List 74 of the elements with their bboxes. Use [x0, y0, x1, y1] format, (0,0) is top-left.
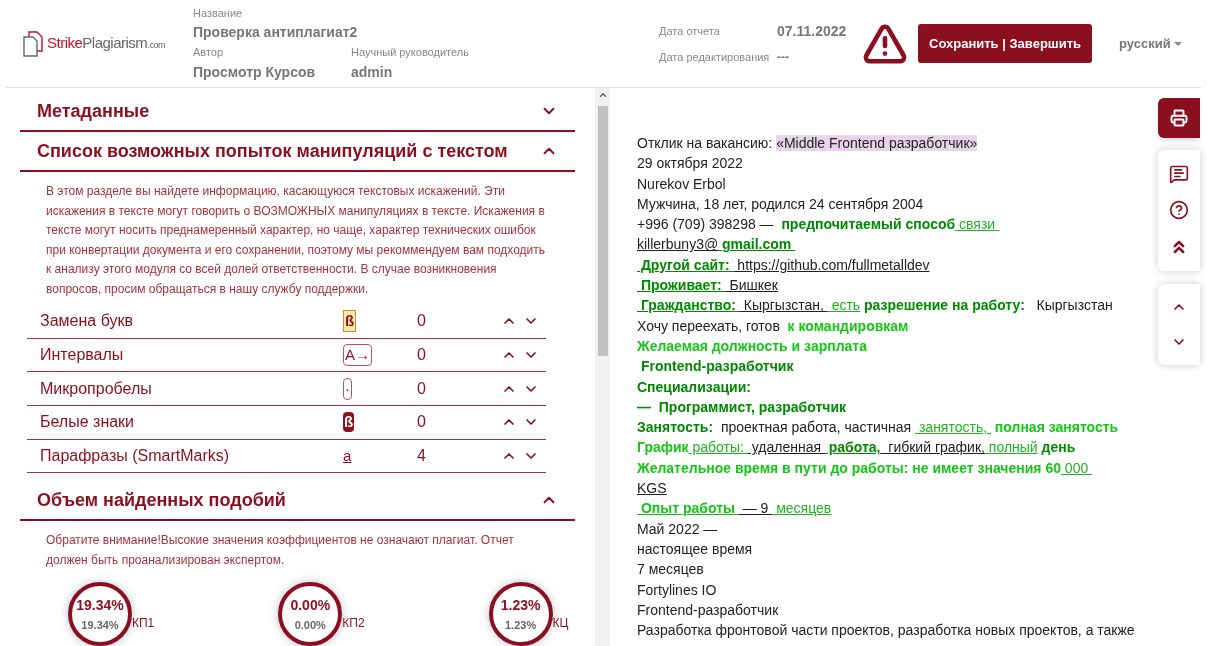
distortion-count: 0	[417, 345, 427, 366]
document-line: KGS	[637, 479, 667, 499]
print-button[interactable]	[1158, 98, 1200, 138]
logo-text: StrikePlagiarism.com	[47, 33, 165, 54]
distortion-label: Интервалы	[40, 345, 125, 366]
printer-icon[interactable]	[1170, 109, 1188, 127]
document-line: Желательное время в пути до работы: не имеет значения 60 000	[637, 458, 1090, 478]
date-label: Дата отчета	[659, 24, 721, 40]
distortion-label: Замена букв	[40, 311, 134, 332]
document-line: Желаемая должность и зарплата	[637, 336, 867, 356]
document-line: График работы: удаленная работа, гибкий график, полный день	[637, 438, 1076, 458]
field-value: admin	[351, 62, 394, 82]
field-value: Проверка антиплагиат2	[193, 23, 359, 42]
distortion-count: 0	[417, 311, 427, 332]
field-label: Автор	[193, 45, 225, 60]
date-value: 07.11.2022	[777, 22, 848, 41]
gauge-subvalue: 0.00%	[294, 618, 326, 633]
gauge-subvalue: 1.23%	[505, 618, 537, 633]
section-description: В этом разделе вы найдете информацию, касающуюся текстовых искажений. Эти искажения в тексте могут говорить о ВОЗМОЖНЫХ манипуляциях в тексте. Искажения в тексте могут носить преднамеренный характер, но чаще, характер технических ошибок при конвертации документа и его сохранении, поэтому мы рекоммендуем вам подходить к анализу этого модуля со всей долей ответственности. В случае возникновения вопросов, просим обращаться в нашу службу поддержки.	[46, 183, 547, 298]
document-line: — Программист, разработчик	[637, 397, 847, 417]
document-line: Специализации:	[637, 377, 751, 397]
distortion-marker: a	[343, 446, 352, 467]
distortion-marker: ß	[343, 412, 355, 433]
date-value: ---	[777, 49, 790, 66]
distortion-label: Парафразы (SmartMarks)	[40, 446, 231, 467]
field-label: Научный руководитель	[351, 45, 470, 60]
document-line: 7 месяцев	[637, 560, 704, 580]
document-line: Проживает: Бишкек	[639, 276, 778, 296]
distortion-count: 0	[417, 412, 427, 433]
distortion-marker: A→	[343, 344, 372, 367]
document-line: Занятость: проектная работа, частичная занятость, полная занятость	[637, 418, 1119, 438]
gauge-value: 0.00%	[290, 596, 331, 615]
document-line: Май 2022 —	[637, 519, 718, 539]
document-line: Frontend-разработчик	[637, 600, 779, 620]
language-dropdown[interactable]: русский	[1119, 33, 1182, 54]
section-title[interactable]: Метаданные	[37, 97, 150, 125]
distortion-label: Микропробелы	[40, 378, 153, 399]
comment-icon[interactable]	[1169, 164, 1189, 185]
help-icon[interactable]	[1169, 200, 1189, 221]
gauge-label: КП2	[342, 616, 365, 631]
document-line: Fortylines IO	[637, 580, 717, 600]
distortion-count: 4	[417, 446, 427, 467]
scrollbar[interactable]	[595, 88, 610, 646]
gauge-label: КЦ	[552, 616, 569, 631]
section-title[interactable]: Объем найденных подобий	[37, 486, 286, 514]
document-line: Frontend-разработчик	[639, 357, 794, 377]
section-description: Обратите внимание!Высокие значения коэффициентов не означают плагиат. Отчет должен быть проанализирован экспертом.	[46, 532, 515, 569]
document-line: 29 октября 2022	[637, 154, 743, 174]
document-line: Хочу переехать, готов к командировкам	[637, 316, 909, 336]
document-line: +996 (709) 398298 — предпочитаемый способ связи	[637, 215, 997, 235]
document-line: Опыт работы — 9 месяцев	[639, 499, 832, 519]
document-line: Nurekov Erbol	[637, 174, 726, 194]
date-label: Дата редактирования	[659, 49, 771, 65]
gauge-subvalue: 19.34%	[81, 618, 119, 633]
document-line: Другой сайт: https://github.com/fullmetalldev	[639, 255, 930, 275]
scroll-up-icon[interactable]	[597, 90, 608, 100]
distortion-marker: ·	[343, 377, 352, 400]
gauge-value: 19.34%	[76, 596, 124, 615]
distortion-count: 0	[417, 378, 427, 399]
save-button[interactable]: Сохранить | Завершить	[918, 24, 1093, 63]
gauge-label: КП1	[132, 616, 155, 631]
section-title[interactable]: Список возможных попыток манипуляций с текстом	[37, 137, 508, 165]
document-line: killerbuny3@ gmail.com	[637, 235, 793, 255]
logo-icon	[23, 30, 45, 57]
document-line: Гражданство: Кыргызстан, есть разрешение на работу: Кыргызстан	[639, 296, 1113, 316]
distortion-marker: ß	[343, 310, 357, 333]
document-line: Отклик на вакансию: «Middle Frontend разработчик»	[637, 134, 978, 153]
document-line: настоящее время	[637, 539, 753, 559]
field-value: Просмотр Курсов	[193, 62, 317, 82]
gauge-value: 1.23%	[500, 596, 541, 615]
document-line: Мужчина, 18 лет, родился 24 сентября 2004	[637, 194, 924, 214]
field-label: Название	[193, 5, 244, 21]
distortion-label: Белые знаки	[40, 412, 136, 433]
document-line: Разработка фронтовой части проектов, разработка новых проектов, а также	[637, 621, 1135, 641]
